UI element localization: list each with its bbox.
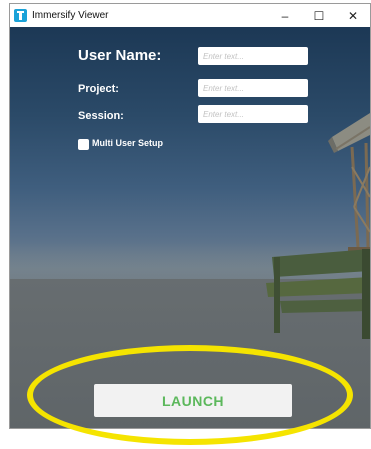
session-row: Session: xyxy=(10,105,370,125)
app-window: Immersify Viewer – ☐ ✕ User Name: Enter … xyxy=(9,3,371,429)
user-name-row: User Name: xyxy=(10,47,370,67)
window-controls: – ☐ ✕ xyxy=(268,4,370,27)
multi-user-checkbox[interactable] xyxy=(78,139,89,150)
project-row: Project: xyxy=(10,79,370,99)
close-button[interactable]: ✕ xyxy=(336,4,370,27)
fence-structure xyxy=(266,249,370,339)
tower-structure xyxy=(328,113,370,251)
session-label: Session: xyxy=(78,110,124,122)
multi-user-label[interactable]: Multi User Setup xyxy=(92,138,163,148)
project-label: Project: xyxy=(78,83,119,95)
window-title: Immersify Viewer xyxy=(32,10,109,21)
app-icon xyxy=(14,9,27,22)
user-name-label: User Name: xyxy=(78,47,162,64)
session-input[interactable] xyxy=(198,105,308,123)
title-bar: Immersify Viewer – ☐ ✕ xyxy=(10,4,370,28)
user-name-input[interactable] xyxy=(198,47,308,65)
maximize-button[interactable]: ☐ xyxy=(302,4,336,27)
launch-button[interactable]: LAUNCH xyxy=(94,384,292,417)
viewer-scene: User Name: Project: Session: Multi User … xyxy=(10,27,370,428)
minimize-button[interactable]: – xyxy=(268,4,302,27)
project-input[interactable] xyxy=(198,79,308,97)
